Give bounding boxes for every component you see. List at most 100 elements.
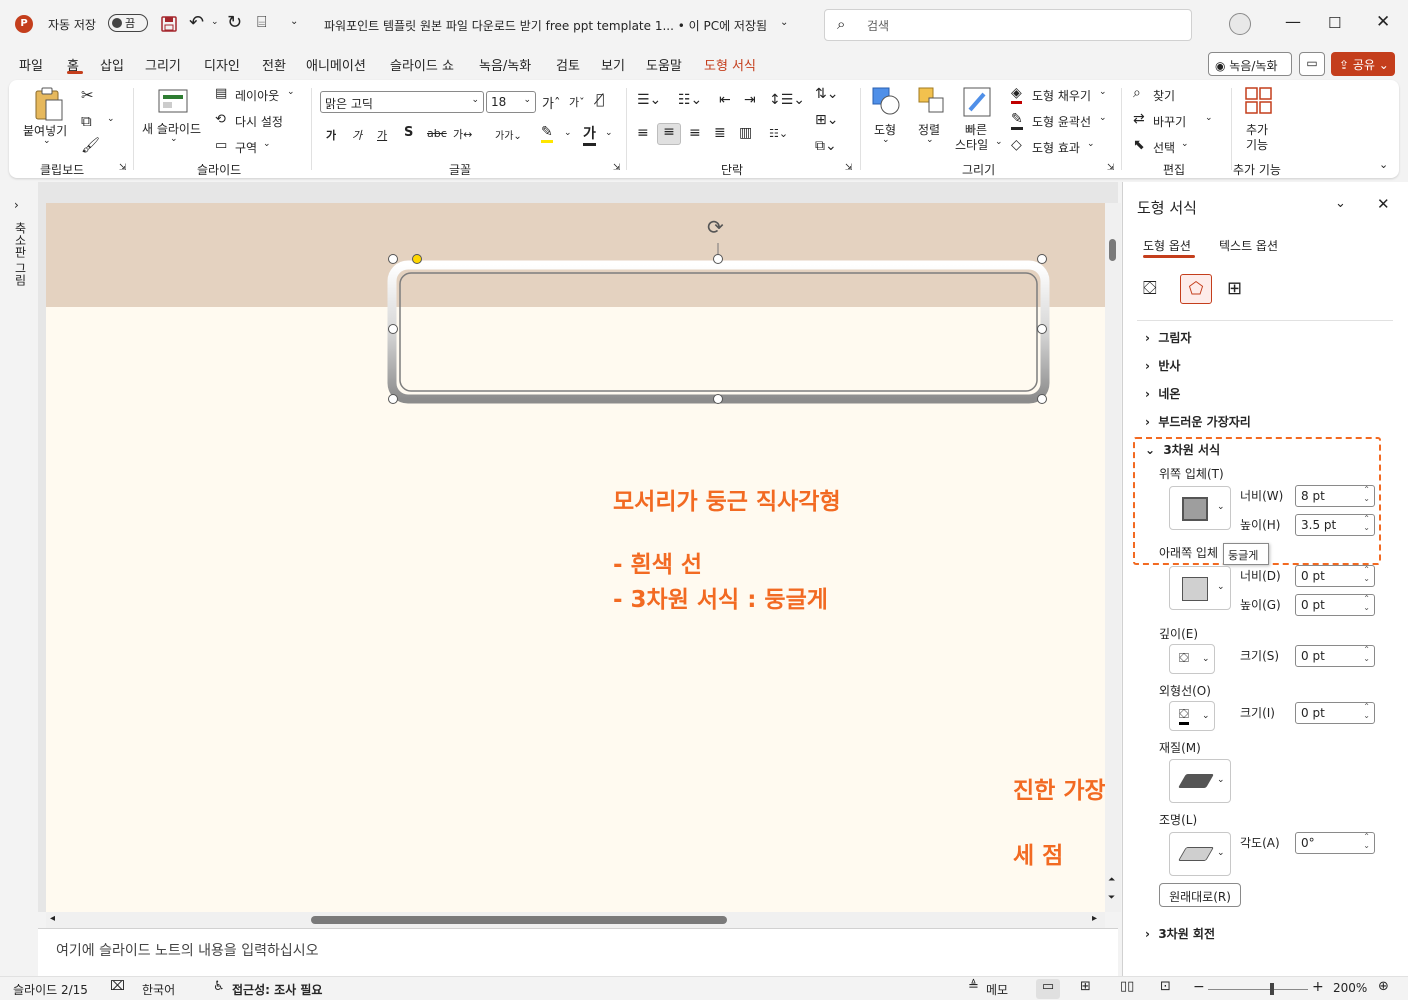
undo-dropdown-icon[interactable]: ⌄ <box>211 17 219 27</box>
char-spacing-icon[interactable]: 가↔ <box>453 126 472 142</box>
material-gallery[interactable]: ⌄ <box>1169 759 1231 803</box>
tab-help[interactable]: 도움말 <box>646 55 682 74</box>
shape-outline-dropdown-icon[interactable]: ⌄ <box>1099 113 1107 123</box>
tab-shape-options[interactable]: 도형 옵션 <box>1143 237 1191 254</box>
shapes-dropdown-icon[interactable]: ⌄ <box>882 135 890 145</box>
increase-font-icon[interactable]: 가ˆ <box>542 93 560 112</box>
justify-icon[interactable]: ≣ <box>714 125 726 141</box>
tab-file[interactable]: 파일 <box>19 55 43 74</box>
highlight-icon[interactable]: ✎ <box>541 124 553 143</box>
vertical-scroll-thumb[interactable] <box>1109 239 1116 261</box>
next-slide-icon[interactable]: ⏷ <box>1108 893 1115 903</box>
font-color-dropdown-icon[interactable]: ⌄ <box>605 128 613 138</box>
resize-handle[interactable] <box>1037 254 1047 264</box>
zoom-level[interactable]: 200% <box>1333 981 1367 995</box>
shape-outline-label[interactable]: 도형 윤곽선 <box>1032 113 1091 130</box>
bottom-bevel-gallery[interactable]: ⌄ <box>1169 566 1231 610</box>
section-3d-rotation[interactable]: › 3차원 회전 <box>1145 925 1215 942</box>
tab-review[interactable]: 검토 <box>556 55 580 74</box>
text-columns-icon[interactable]: ☷⌄ <box>769 127 788 140</box>
scroll-left-icon[interactable]: ◂ <box>50 913 55 924</box>
resize-handle[interactable] <box>388 324 398 334</box>
section-label[interactable]: 구역 <box>235 139 257 156</box>
share-button[interactable]: ⇪ 공유 ⌄ <box>1331 52 1395 76</box>
bold-icon[interactable]: 가 <box>326 127 336 143</box>
tab-view[interactable]: 보기 <box>601 55 625 74</box>
zoom-in-icon[interactable]: + <box>1312 979 1324 995</box>
slide-number[interactable]: 슬라이드 2/15 <box>13 981 88 998</box>
slide-sorter-icon[interactable]: ⊞ <box>1080 979 1091 994</box>
replace-dropdown-icon[interactable]: ⌄ <box>1205 113 1213 123</box>
tab-insert[interactable]: 삽입 <box>100 55 124 74</box>
copy-icon[interactable]: ⧉ <box>81 112 92 130</box>
maximize-icon[interactable]: ☐ <box>1328 14 1341 32</box>
contour-color-picker[interactable]: ⛋ ⌄ <box>1169 701 1215 731</box>
layout-label[interactable]: 레이아웃 <box>235 87 279 104</box>
shape-effects-label[interactable]: 도형 효과 <box>1032 139 1080 156</box>
shape-effects-icon[interactable]: ◇ <box>1011 137 1022 153</box>
numbering-icon[interactable]: ☷⌄ <box>678 92 702 108</box>
shape-effects-dropdown-icon[interactable]: ⌄ <box>1087 139 1095 149</box>
scroll-right-icon[interactable]: ▸ <box>1092 913 1097 924</box>
fill-line-icon[interactable]: ⛋ <box>1143 278 1157 299</box>
section-soft-edges[interactable]: › 부드러운 가장자리 <box>1145 413 1251 430</box>
depth-size-input[interactable]: 0 pt <box>1295 645 1375 667</box>
resize-handle[interactable] <box>713 394 723 404</box>
shadow-text-icon[interactable]: S <box>404 125 413 140</box>
find-label[interactable]: 찾기 <box>1153 87 1175 104</box>
pane-close-icon[interactable]: ✕ <box>1377 195 1390 213</box>
resize-handle[interactable] <box>388 254 398 264</box>
expand-thumbnails-icon[interactable]: › <box>14 198 19 212</box>
decrease-indent-icon[interactable]: ⇤ <box>719 92 731 108</box>
paste-icon[interactable] <box>33 86 65 122</box>
addins-label-2[interactable]: 기능 <box>1246 136 1268 153</box>
zoom-slider-thumb[interactable] <box>1270 983 1274 995</box>
resize-handle[interactable] <box>1037 394 1047 404</box>
fit-slide-icon[interactable]: ⊕ <box>1378 979 1389 994</box>
find-icon[interactable]: ⌕ <box>1133 85 1141 101</box>
increase-indent-icon[interactable]: ⇥ <box>744 92 756 108</box>
section-icon[interactable]: ▭ <box>215 138 227 153</box>
decrease-font-icon[interactable]: 가ˇ <box>569 94 585 110</box>
addins-icon[interactable] <box>1244 86 1274 116</box>
normal-view-button[interactable]: ▭ <box>1036 979 1060 999</box>
select-dropdown-icon[interactable]: ⌄ <box>1181 139 1189 149</box>
align-left-icon[interactable]: ≡ <box>637 125 649 141</box>
new-slide-dropdown-icon[interactable]: ⌄ <box>170 134 178 144</box>
smartart-icon[interactable]: ⧉⌄ <box>815 138 837 154</box>
notes-pane[interactable]: 여기에 슬라이드 노트의 내용을 입력하십시오 <box>38 928 1118 976</box>
size-properties-icon[interactable]: ⊞ <box>1227 278 1242 299</box>
quick-styles-label-2[interactable]: 스타일 <box>955 136 988 153</box>
paste-dropdown-icon[interactable]: ⌄ <box>43 136 51 146</box>
arrange-dropdown-icon[interactable]: ⌄ <box>926 135 934 145</box>
spellcheck-icon[interactable]: ⌧ <box>110 979 125 994</box>
shape-fill-dropdown-icon[interactable]: ⌄ <box>1099 87 1107 97</box>
ribbon-collapse-icon[interactable]: ⌄ <box>1379 158 1388 171</box>
tab-record[interactable]: 녹음/녹화 <box>479 55 531 74</box>
font-name-combo[interactable]: 맑은 고딕 ⌄ <box>320 91 484 113</box>
bottom-height-input[interactable]: 0 pt <box>1295 594 1375 616</box>
notes-button[interactable]: 메모 <box>986 981 1008 998</box>
select-icon[interactable]: ⬉ <box>1133 137 1145 153</box>
contour-size-input[interactable]: 0 pt <box>1295 702 1375 724</box>
shape-fill-label[interactable]: 도형 채우기 <box>1032 87 1091 104</box>
rounded-rectangle-shape[interactable] <box>380 217 1060 423</box>
redo-icon[interactable]: ↻ <box>227 12 242 33</box>
resize-handle[interactable] <box>713 254 723 264</box>
record-button[interactable]: ◉ 녹음/녹화 <box>1208 52 1292 76</box>
undo-icon[interactable]: ↶ <box>189 12 204 33</box>
accessibility-icon[interactable]: ♿ <box>213 979 225 994</box>
rotate-handle-icon[interactable]: ⟳ <box>707 215 724 239</box>
resize-handle[interactable] <box>1037 324 1047 334</box>
resize-handle[interactable] <box>388 394 398 404</box>
change-case-icon[interactable]: 가가⌄ <box>495 127 522 142</box>
horizontal-scrollbar[interactable]: ◂ ▸ <box>46 912 1105 928</box>
clear-format-icon[interactable]: 가̸ <box>596 92 604 108</box>
slide-canvas[interactable]: ⟳ 모서리가 둥근 직사각형 - 흰색 선 - 3차원 서식 : 둥글게 진한 … <box>46 203 1105 912</box>
replace-label[interactable]: 바꾸기 <box>1153 113 1186 130</box>
top-width-input[interactable]: 8 pt <box>1295 485 1375 507</box>
top-height-input[interactable]: 3.5 pt <box>1295 514 1375 536</box>
reset-button[interactable]: 원래대로(R) <box>1159 883 1241 907</box>
font-launcher-icon[interactable]: ⇲ <box>613 163 621 173</box>
angle-input[interactable]: 0° <box>1295 832 1375 854</box>
